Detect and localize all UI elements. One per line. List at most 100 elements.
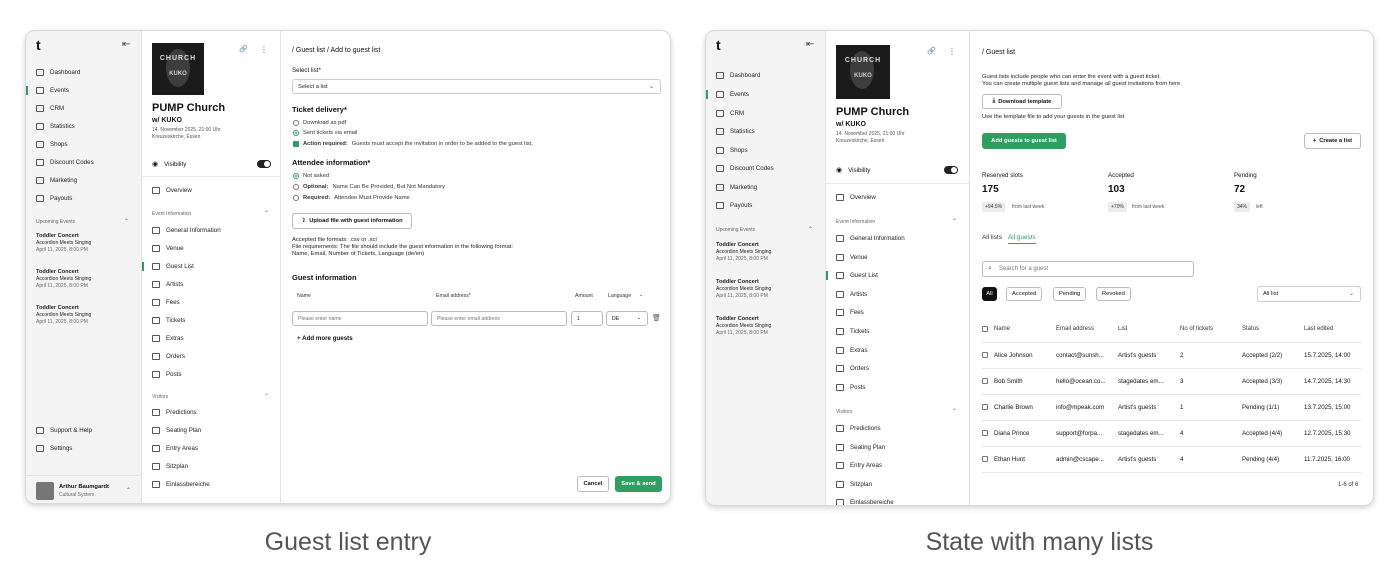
nav-discount-codes[interactable]: Discount Codes [36, 159, 94, 166]
app-logo[interactable]: t [716, 37, 721, 53]
user-menu[interactable]: Arthur Baumgardt Cultural System ⌃ [26, 475, 141, 503]
table-cell-name[interactable]: Diana Prince [994, 430, 1029, 437]
menu-entry-areas[interactable]: Entry Areas [836, 462, 882, 469]
nav-support[interactable]: Support & Help [36, 427, 92, 434]
row-checkbox[interactable] [982, 430, 988, 436]
language-select[interactable]: DE ⌄ [606, 311, 648, 326]
menu-posts[interactable]: Posts [836, 384, 865, 391]
upcoming-event[interactable]: Toddler Concert Accordion Meets Singing Ap… [36, 305, 91, 326]
col-last-edited[interactable]: Last edited [1304, 326, 1333, 332]
menu-guest-list[interactable]: Guest List [142, 262, 194, 271]
menu-einlassbereiche[interactable]: Einlassbereiche [152, 481, 210, 488]
menu-orders[interactable]: Orders [152, 353, 185, 360]
list-filter-select[interactable]: All list ⌄ [1257, 286, 1361, 302]
more-icon[interactable]: ⋮ [948, 47, 956, 56]
chevron-up-icon[interactable]: ⌃ [952, 218, 957, 225]
nav-shops[interactable]: Shops [716, 147, 748, 154]
upcoming-event[interactable]: Toddler Concert Accordion Meets Singing Ap… [716, 279, 771, 300]
collapse-sidebar-icon[interactable]: ⇤ [806, 39, 814, 50]
upcoming-event[interactable]: Toddler Concert Accordion Meets Singing Ap… [716, 242, 771, 263]
table-cell-name[interactable]: Ethan Hunt [994, 456, 1025, 463]
menu-sitzplan[interactable]: Sitzplan [836, 481, 872, 488]
nav-statistics[interactable]: Statistics [716, 128, 755, 135]
menu-seating-plan[interactable]: Seating Plan [152, 427, 201, 434]
menu-tickets[interactable]: Tickets [152, 317, 185, 324]
chevron-up-icon[interactable]: ⌃ [126, 487, 131, 494]
menu-venue[interactable]: Venue [152, 245, 184, 252]
menu-artists[interactable]: Artists [836, 291, 867, 298]
menu-sitzplan[interactable]: Sitzplan [152, 463, 188, 470]
nav-marketing[interactable]: Marketing [36, 177, 77, 184]
upload-file-button[interactable]: ⇪ Upload file with guest information [292, 213, 412, 229]
table-cell-name[interactable]: Alice Johnson [994, 352, 1033, 359]
menu-seating-plan[interactable]: Seating Plan [836, 444, 885, 451]
menu-artists[interactable]: Artists [152, 281, 183, 288]
nav-dashboard[interactable]: Dashboard [36, 69, 80, 76]
nav-shops[interactable]: Shops [36, 141, 68, 148]
nav-discount-codes[interactable]: Discount Codes [716, 165, 774, 172]
menu-entry-areas[interactable]: Entry Areas [152, 445, 198, 452]
filter-accepted[interactable]: Accepted [1006, 287, 1043, 301]
upcoming-event[interactable]: Toddler Concert Accordion Meets Singing Ap… [36, 269, 91, 290]
cancel-button[interactable]: Cancel [577, 476, 609, 492]
col-email[interactable]: Email address [1056, 326, 1094, 332]
menu-predictions[interactable]: Predictions [152, 409, 197, 416]
menu-einlassbereiche[interactable]: Einlassbereiche [836, 499, 894, 505]
guest-name-input[interactable] [292, 311, 428, 326]
nav-statistics[interactable]: Statistics [36, 123, 75, 130]
table-cell-name[interactable]: Charlie Brown [994, 404, 1033, 411]
download-template-button[interactable]: ⤓ Download template [982, 94, 1062, 109]
visibility-toggle[interactable] [944, 166, 958, 174]
filter-revoked[interactable]: Revoked [1096, 287, 1131, 301]
col-tickets[interactable]: No of tickets [1180, 326, 1213, 332]
menu-general-information[interactable]: General Information [152, 227, 221, 234]
chevron-up-icon[interactable]: ⌃ [264, 210, 269, 217]
row-checkbox[interactable] [982, 456, 988, 462]
nav-dashboard[interactable]: Dashboard [716, 72, 760, 79]
attendee-not-asked-option[interactable]: Not asked [293, 173, 329, 179]
filter-pending[interactable]: Pending [1053, 287, 1087, 301]
row-checkbox[interactable] [982, 352, 988, 358]
attendee-required-option[interactable]: Required: Attendee Must Provide Name [293, 195, 410, 201]
chevron-up-icon[interactable]: ⌃ [124, 218, 129, 225]
menu-tickets[interactable]: Tickets [836, 328, 869, 335]
nav-payouts[interactable]: Payouts [36, 195, 72, 202]
col-list[interactable]: List [1118, 326, 1127, 332]
menu-general-information[interactable]: General Information [836, 235, 905, 242]
chevron-up-icon[interactable]: ⌃ [264, 393, 269, 400]
menu-overview[interactable]: Overview [836, 194, 876, 201]
col-name[interactable]: Name [994, 326, 1010, 332]
trash-icon[interactable]: 🗑 [652, 314, 661, 322]
nav-settings[interactable]: Settings [36, 445, 72, 452]
filter-all[interactable]: All [982, 287, 997, 301]
upcoming-event[interactable]: Toddler Concert Accordion Meets Singing Ap… [716, 316, 771, 337]
table-cell-name[interactable]: Bob Smith [994, 378, 1023, 385]
upcoming-event[interactable]: Toddler Concert Accordion Meets Singing Ap… [36, 233, 91, 254]
save-send-button[interactable]: Save & send [615, 476, 662, 492]
delivery-pdf-option[interactable]: Download as pdf [293, 120, 346, 126]
link-icon[interactable]: 🔗 [927, 47, 936, 55]
nav-events[interactable]: Events [26, 86, 69, 95]
menu-fees[interactable]: Fees [152, 299, 180, 306]
menu-predictions[interactable]: Predictions [836, 425, 881, 432]
select-list-dropdown[interactable]: Select a list ⌄ [292, 79, 661, 94]
app-logo[interactable]: t [36, 37, 41, 53]
link-icon[interactable]: 🔗 [239, 45, 248, 53]
more-icon[interactable]: ⋮ [260, 45, 268, 54]
menu-posts[interactable]: Posts [152, 371, 181, 378]
add-guests-button[interactable]: Add guests to guest list [982, 133, 1066, 149]
nav-payouts[interactable]: Payouts [716, 202, 752, 209]
menu-venue[interactable]: Venue [836, 254, 868, 261]
chevron-up-icon[interactable]: ⌃ [952, 408, 957, 415]
add-more-guests-link[interactable]: + Add more guests [297, 335, 353, 342]
action-required-checkbox[interactable]: Action required: Guests must accept the i… [293, 141, 533, 147]
tab-all-guests[interactable]: All guests [1008, 234, 1036, 244]
row-checkbox[interactable] [982, 378, 988, 384]
menu-orders[interactable]: Orders [836, 365, 869, 372]
create-list-button[interactable]: + Create a list [1304, 133, 1361, 149]
menu-extras[interactable]: Extras [152, 335, 184, 342]
tab-all-lists[interactable]: All lists [982, 234, 1002, 241]
select-all-checkbox[interactable] [982, 326, 988, 332]
chevron-down-icon[interactable]: ⌄ [639, 292, 643, 298]
menu-fees[interactable]: Fees [836, 309, 864, 316]
